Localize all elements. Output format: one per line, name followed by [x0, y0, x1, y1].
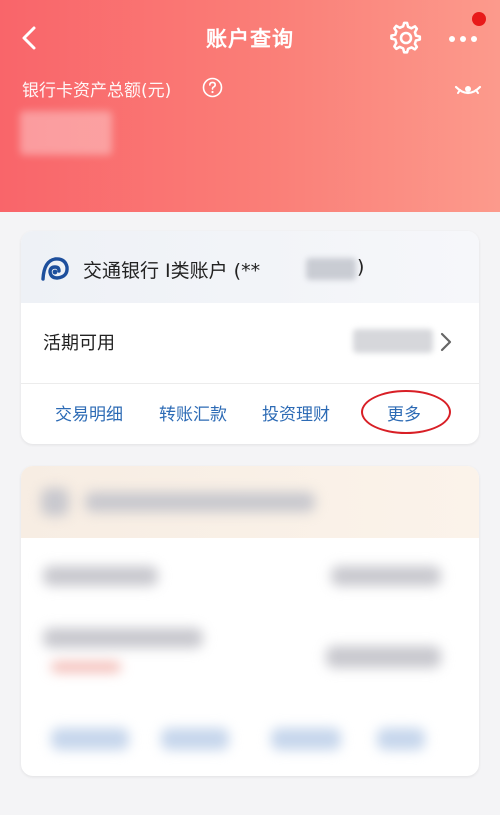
header-banner: 账户查询 银行卡资产总额(元)	[0, 0, 500, 212]
eye-toggle-icon[interactable]	[454, 79, 482, 99]
highlight-circle	[361, 390, 451, 434]
blurred-action	[271, 728, 341, 750]
notification-dot	[472, 12, 486, 26]
investment-link[interactable]: 投资理财	[262, 400, 330, 425]
bank-logo-icon	[41, 257, 69, 281]
blurred-label	[43, 628, 203, 648]
transaction-detail-link[interactable]: 交易明细	[55, 400, 123, 425]
more-options-icon[interactable]	[446, 22, 482, 54]
top-bar: 账户查询	[0, 0, 500, 80]
blurred-account-card	[21, 466, 479, 776]
blurred-tag	[51, 662, 121, 672]
bank-account-name: 交通银行 I类账户 (**	[83, 260, 261, 282]
blurred-value	[331, 566, 441, 586]
blurred-label	[43, 566, 158, 586]
blurred-logo	[41, 488, 69, 516]
gear-icon[interactable]	[388, 20, 424, 56]
balance-value-hidden	[353, 329, 433, 353]
blurred-title	[85, 492, 315, 512]
blurred-action	[51, 728, 129, 750]
asset-amount-hidden	[20, 111, 112, 155]
blurred-action	[377, 728, 425, 750]
account-actions: 交易明细 转账汇款 投资理财 更多	[21, 384, 479, 444]
asset-total-label: 银行卡资产总额(元)	[22, 81, 172, 101]
account-card: 交通银行 I类账户 (** ) 活期可用 交易明细 转账汇款 投资理财 更多	[21, 231, 479, 444]
help-icon[interactable]	[202, 77, 223, 98]
balance-label: 活期可用	[43, 333, 115, 354]
account-number-hidden	[306, 258, 356, 280]
account-card-header: 交通银行 I类账户 (** )	[21, 231, 479, 303]
blurred-value	[326, 646, 441, 668]
blurred-action	[161, 728, 229, 750]
balance-row[interactable]: 活期可用	[21, 303, 479, 383]
chevron-right-icon	[440, 332, 452, 352]
transfer-link[interactable]: 转账汇款	[159, 400, 227, 425]
bank-account-name-close: )	[357, 256, 365, 278]
page-title: 账户查询	[206, 27, 294, 51]
